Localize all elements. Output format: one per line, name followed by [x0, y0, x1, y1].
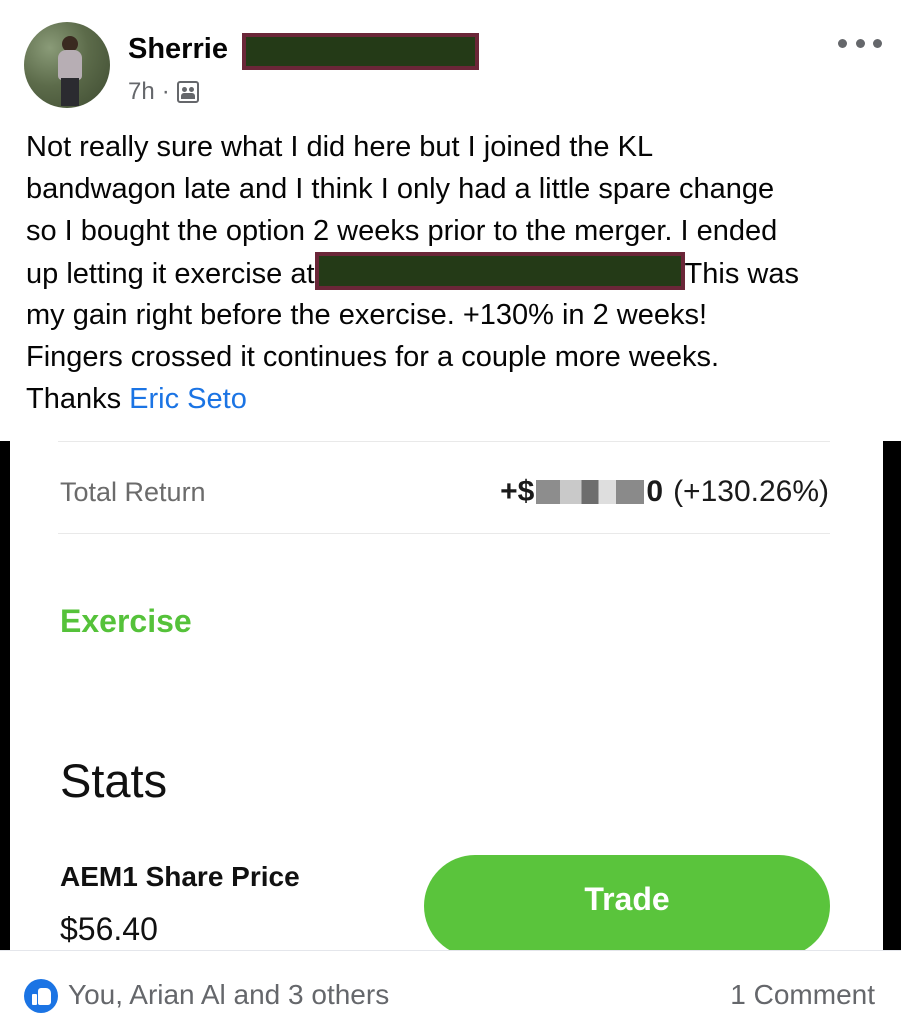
post-text-fragment: Thanks — [26, 383, 122, 415]
author-avatar[interactable] — [24, 22, 110, 108]
post-footer: You, Arian Al and 3 others 1 Comment — [0, 950, 901, 1024]
post-meta: 7h · — [128, 78, 199, 106]
total-return-prefix: +$ — [500, 475, 535, 508]
meta-separator: · — [161, 78, 170, 105]
screenshot-border-left — [0, 441, 10, 950]
post-text-line-with-mention: Thanks Eric Seto — [26, 378, 886, 420]
total-return-suffix: 0 — [646, 475, 664, 508]
pixelated-amount — [536, 480, 645, 504]
post-text-line: Fingers crossed it continues for a coupl… — [26, 341, 720, 373]
total-return-percent: (+130.26%) — [673, 475, 829, 508]
divider — [58, 441, 830, 442]
reactions-summary[interactable]: You, Arian Al and 3 others — [68, 979, 389, 1011]
exercise-link[interactable]: Exercise — [60, 603, 192, 640]
author-name[interactable]: Sherrie — [128, 33, 228, 66]
post-text-line: my gain right before the exercise. +130%… — [26, 299, 708, 331]
comment-count[interactable]: 1 Comment — [730, 979, 875, 1011]
post-text-line: so I bought the option 2 weeks prior to … — [26, 215, 778, 247]
attached-screenshot[interactable]: Total Return +$ 0 (+130.26%) Exercise St… — [0, 441, 901, 957]
mention-link[interactable]: Eric Seto — [129, 383, 247, 415]
avatar-figure-body — [58, 50, 82, 80]
more-options-icon[interactable] — [838, 32, 882, 54]
post-text-fragment: This was — [684, 258, 799, 290]
share-price-value: $56.40 — [60, 911, 158, 947]
like-icon[interactable] — [24, 979, 58, 1013]
redacted-last-name — [242, 33, 479, 70]
post-text-line: Not really sure what I did here but I jo… — [26, 131, 654, 163]
divider — [58, 533, 830, 534]
share-price-label: AEM1 Share Price — [60, 861, 300, 892]
post-header: Sherrie 7h · — [0, 0, 901, 120]
post-text-line-with-redaction: up letting it exercise at This was — [26, 252, 886, 294]
post-timestamp[interactable]: 7h — [128, 78, 155, 106]
post-text-line: bandwagon late and I think I only had a … — [26, 173, 775, 205]
post-text-fragment: up letting it exercise at — [26, 258, 315, 290]
trade-button[interactable]: Trade — [424, 855, 830, 957]
redacted-text-block — [314, 252, 685, 290]
total-return-value: +$ 0 (+130.26%) — [500, 475, 829, 509]
post-body: Not really sure what I did here but I jo… — [26, 126, 886, 420]
total-return-label: Total Return — [60, 477, 206, 507]
stats-heading: Stats — [60, 754, 168, 807]
group-audience-icon[interactable] — [176, 81, 199, 103]
screenshot-border-right — [883, 441, 901, 950]
avatar-figure-legs — [61, 78, 79, 106]
